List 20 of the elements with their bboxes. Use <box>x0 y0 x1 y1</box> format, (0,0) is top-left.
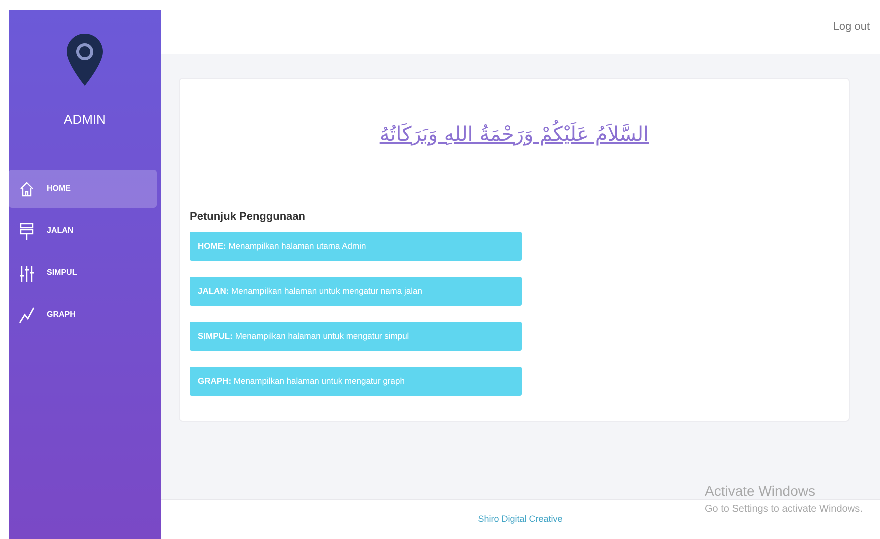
guide-item: JALAN: Menampilkan halaman untuk mengatur nama jalan <box>190 276 522 306</box>
line-graph-icon <box>19 306 35 324</box>
nav-item[interactable]: GRAPH <box>9 296 157 334</box>
activation-hint: Go to Settings to activate Windows. <box>705 503 863 517</box>
home-icon <box>19 180 35 198</box>
admin-title: ADMIN <box>63 111 107 129</box>
sliders-icon <box>19 264 35 282</box>
guide-item: HOME: Menampilkan halaman utama Admin <box>190 232 522 260</box>
guide-item: SIMPUL: Menampilkan halaman untuk mengatur simpul <box>190 322 522 350</box>
nav-item[interactable]: HOME <box>9 170 157 208</box>
footer-text: Shiro Digital Creative <box>478 512 563 526</box>
location-pin-icon <box>67 34 103 86</box>
nav-item[interactable]: JALAN <box>9 212 157 250</box>
guide-item: GRAPH: Menampilkan halaman untuk mengatur graph <box>190 366 522 396</box>
guide-title: Petunjuk Penggunaan <box>190 210 307 225</box>
greeting-link[interactable]: السَّلاَمُ عَلَيْكُمْ وَرَحْمَةُ اللهِ وَبَرَكَاتُهُ <box>380 119 650 149</box>
nav-item[interactable]: SIMPUL <box>9 254 157 292</box>
logout-link[interactable]: Log out <box>833 18 870 36</box>
signpost-icon <box>19 222 35 240</box>
activation-title: Activate Windows <box>705 482 816 501</box>
